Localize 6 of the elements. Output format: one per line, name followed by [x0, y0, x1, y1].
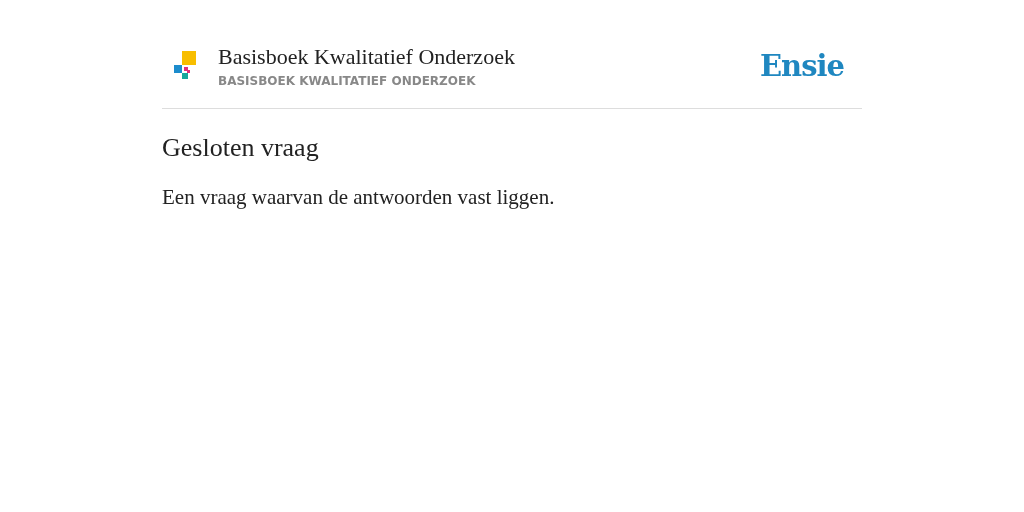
brand-logo[interactable]: Ensie — [760, 49, 844, 83]
book-title: Basisboek Kwalitatief Onderzoek — [218, 44, 516, 70]
logo-icon — [172, 51, 196, 81]
book-subtitle: BASISBOEK KWALITATIEF ONDERZOEK — [218, 74, 477, 88]
entry-term: Gesloten vraag — [162, 133, 320, 163]
entry-definition: Een vraag waarvan de antwoorden vast liggen. — [162, 185, 556, 210]
